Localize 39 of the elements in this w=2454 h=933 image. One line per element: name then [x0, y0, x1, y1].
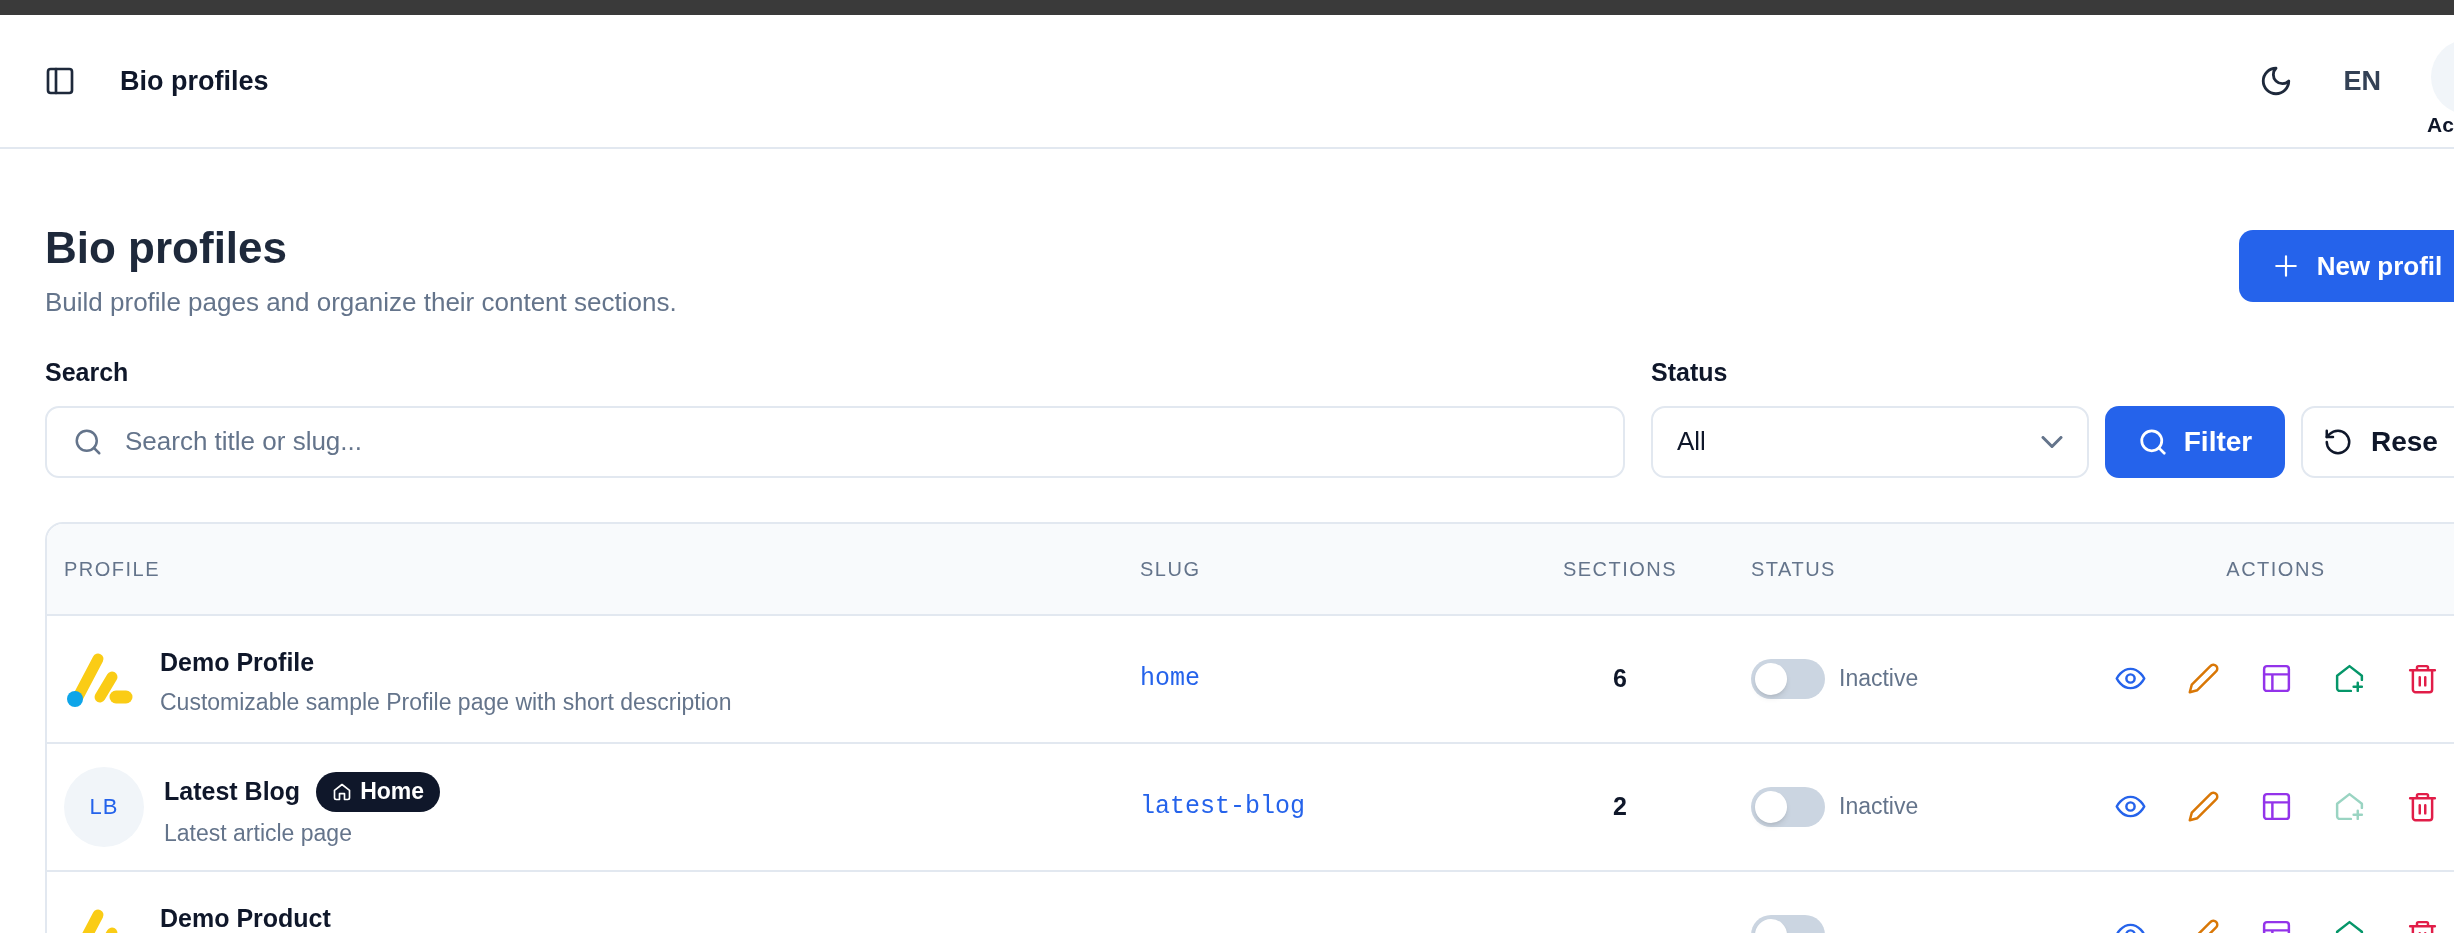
initials-avatar: LB: [64, 766, 144, 847]
plus-icon: [2272, 253, 2299, 279]
pencil-icon[interactable]: [2186, 662, 2220, 695]
pencil-icon[interactable]: [2186, 790, 2220, 823]
status-select[interactable]: All: [1651, 405, 2089, 478]
status-toggle[interactable]: [1751, 658, 1825, 699]
profile-name: Demo Product: [160, 902, 331, 933]
home-badge: Home: [316, 771, 441, 812]
profile-description: Customizable sample Profile page with short description: [160, 688, 732, 717]
profile-name: Latest Blog: [164, 775, 301, 807]
sidebar-toggle-icon[interactable]: [44, 65, 76, 97]
filter-button[interactable]: Filter: [2105, 405, 2285, 478]
status-text: Inactive: [1839, 792, 1919, 822]
profile-description: Latest article page: [164, 818, 353, 848]
slug-link[interactable]: latest-blog: [1140, 791, 1306, 821]
search-label: Search: [45, 357, 130, 388]
column-header: PROFILE: [64, 557, 161, 580]
column-header: STATUS: [1751, 557, 1836, 580]
sections-count: 2: [1613, 791, 1627, 820]
column-header: ACTIONS: [2226, 557, 2326, 580]
reset-button[interactable]: Rese: [2301, 405, 2454, 478]
new-profile-button[interactable]: New profil: [2238, 230, 2454, 302]
page-title: Bio profiles: [45, 222, 289, 274]
column-header: SLUG: [1140, 557, 1201, 580]
slug-link[interactable]: home: [1140, 663, 1200, 693]
house-icon: [332, 781, 353, 802]
status-text: Inactive: [1839, 664, 1919, 694]
search-icon: [2137, 426, 2168, 457]
status-toggle[interactable]: [1751, 786, 1825, 827]
account-label: Ac: [2427, 112, 2454, 139]
column-header: SECTIONS: [1562, 557, 1678, 580]
search-field[interactable]: Search title or slug...: [45, 405, 1625, 478]
page-subtitle: Build profile pages and organize their content sections.: [45, 286, 677, 319]
profile-name: Demo Profile: [160, 646, 315, 678]
chevron-down-icon: [2041, 435, 2063, 448]
status-label: Status: [1651, 357, 1729, 388]
header-title: Bio profiles: [120, 64, 269, 98]
language-button[interactable]: EN: [2343, 60, 2381, 102]
sections-count: 6: [1613, 663, 1627, 692]
